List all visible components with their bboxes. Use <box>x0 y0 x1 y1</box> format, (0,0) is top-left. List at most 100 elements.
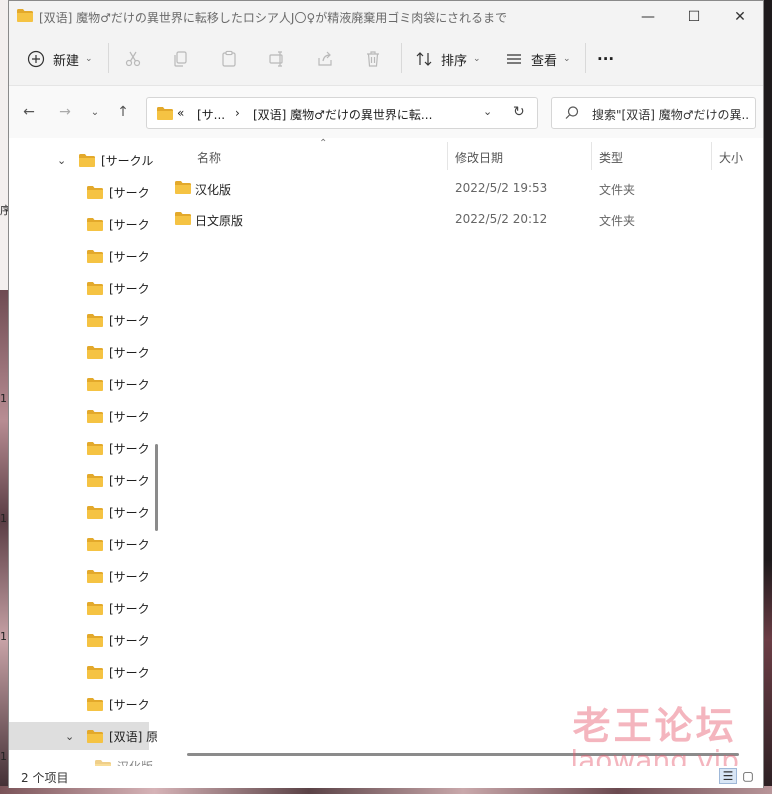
search-box[interactable]: 搜索"[双语] 魔物♂だけの異... <box>551 97 756 129</box>
column-divider[interactable] <box>711 142 712 170</box>
tree-item[interactable]: [サーク <box>87 434 150 462</box>
tree-item[interactable]: [サーク <box>87 210 150 238</box>
tree-item[interactable]: [サーク <box>87 626 150 654</box>
details-view-button[interactable]: ☰ <box>719 768 737 784</box>
column-divider[interactable] <box>447 142 448 170</box>
view-button[interactable]: 查看 ⌄ <box>505 47 571 71</box>
tree-item-child[interactable]: 汉化版 <box>95 752 153 766</box>
up-button[interactable]: ↑ <box>111 100 135 124</box>
tree-item-label: [サーク <box>109 633 150 648</box>
maximize-button[interactable]: ☐ <box>671 1 717 33</box>
chevron-down-icon: ⌄ <box>90 106 100 118</box>
background-text: 1 <box>0 630 7 643</box>
item-count: 2 个项目 <box>21 771 69 785</box>
tree-item[interactable]: [サーク <box>87 178 150 206</box>
back-button[interactable]: ← <box>17 100 41 124</box>
folder-icon <box>87 441 103 455</box>
copy-icon <box>174 51 187 67</box>
tree-item[interactable]: [サーク <box>87 306 150 334</box>
close-button[interactable]: ✕ <box>717 1 763 33</box>
tree-item[interactable]: [サーク <box>87 690 150 718</box>
new-button[interactable]: 新建 ⌄ <box>27 47 93 71</box>
sort-ascending-icon: ⌃ <box>319 138 328 149</box>
tree-item-label: [サーク <box>109 569 150 584</box>
paste-button[interactable] <box>211 47 247 71</box>
refresh-icon[interactable]: ↻ <box>513 104 525 120</box>
column-header-name[interactable]: 名称 <box>197 142 221 172</box>
divider <box>585 43 586 73</box>
sort-arrows-icon <box>416 52 432 66</box>
column-header-modified[interactable]: 修改日期 <box>455 142 503 172</box>
breadcrumb-separator[interactable]: › <box>235 106 240 120</box>
tree-item-label: [サーク <box>109 377 150 392</box>
tree-item-label: [サーク <box>109 537 150 552</box>
tree-item[interactable]: [サーク <box>87 658 150 686</box>
column-header-size[interactable]: 大小 <box>719 142 743 172</box>
forward-button[interactable]: → <box>53 100 77 124</box>
search-input[interactable]: 搜索"[双语] 魔物♂だけの異... <box>592 106 750 123</box>
address-bar[interactable]: « [サ... › [双语] 魔物♂だけの異世界に転... ⌄ ↻ <box>146 97 538 129</box>
tree-item-current[interactable]: [双语] 原 <box>87 722 157 750</box>
tree-item-label: [サーク <box>109 185 150 200</box>
tree-item[interactable]: [サーク <box>87 242 150 270</box>
chevron-down-icon: ⌄ <box>473 54 481 64</box>
rename-icon <box>269 51 283 67</box>
tree-item[interactable]: [サーク <box>87 498 150 526</box>
tree-item-label: [サーク <box>109 505 150 520</box>
column-divider[interactable] <box>591 142 592 170</box>
minimize-button[interactable]: — <box>625 1 671 33</box>
rename-button[interactable] <box>259 47 295 71</box>
tree-item[interactable]: [サーク <box>87 530 150 558</box>
tree-item[interactable]: [サーク <box>87 466 150 494</box>
breadcrumb-overflow[interactable]: « <box>177 106 184 120</box>
file-modified: 2022/5/2 20:12 <box>455 212 548 226</box>
chevron-down-icon[interactable]: ⌄ <box>65 730 74 743</box>
tree-item-label: [サーク <box>109 313 150 328</box>
folder-icon <box>87 377 103 391</box>
tree-item[interactable]: [サーク <box>87 274 150 302</box>
window-title: [双语] 魔物♂だけの異世界に転移したロシア人J〇♀が精液廃棄用ゴミ肉袋にされる… <box>39 11 508 25</box>
details-view-icon: ☰ <box>722 769 734 783</box>
tree-item-parent[interactable]: [サークル <box>79 146 153 174</box>
more-options-button[interactable]: ··· <box>597 47 614 71</box>
view-lines-icon <box>507 54 521 64</box>
chevron-down-icon: ⌄ <box>563 54 571 64</box>
chevron-down-icon: ⌄ <box>85 54 93 64</box>
folder-icon <box>87 697 103 711</box>
file-row[interactable]: 日文原版 2022/5/2 20:12 文件夹 <box>169 204 729 235</box>
tree-item-label: [双语] 原 <box>109 729 157 744</box>
folder-icon <box>87 729 103 743</box>
folder-icon <box>87 249 103 263</box>
column-header-type[interactable]: 类型 <box>599 142 623 172</box>
folder-icon <box>87 665 103 679</box>
file-type: 文件夹 <box>599 214 636 228</box>
recent-locations-button[interactable]: ⌄ <box>83 100 107 124</box>
chevron-down-icon[interactable]: ⌄ <box>57 154 66 167</box>
chevron-down-icon[interactable]: ⌄ <box>483 105 492 118</box>
share-button[interactable] <box>307 47 343 71</box>
copy-button[interactable] <box>163 47 199 71</box>
tiles-view-button[interactable]: ▢ <box>739 768 757 784</box>
title-bar[interactable]: [双语] 魔物♂だけの異世界に転移したロシア人J〇♀が精液廃棄用ゴミ肉袋にされる… <box>9 1 763 33</box>
tree-item[interactable]: [サーク <box>87 402 150 430</box>
status-bar: 2 个项目 ☰ ▢ <box>9 766 763 788</box>
tree-item[interactable]: [サーク <box>87 338 150 366</box>
tree-item[interactable]: [サーク <box>87 594 150 622</box>
file-modified: 2022/5/2 19:53 <box>455 181 548 195</box>
tree-item[interactable]: [サーク <box>87 370 150 398</box>
breadcrumb-segment[interactable]: [双语] 魔物♂だけの異世界に転... <box>253 106 432 123</box>
trash-icon <box>367 51 379 67</box>
delete-button[interactable] <box>355 47 391 71</box>
navigation-pane: ⌄ [サークル [サーク [サーク [サーク [サーク [サーク [サーク [サーク [サーク… <box>9 138 157 766</box>
tree-item[interactable]: [サーク <box>87 562 150 590</box>
search-icon <box>565 106 579 119</box>
sort-button[interactable]: 排序 ⌄ <box>415 47 481 71</box>
background-text: 1 <box>0 512 7 525</box>
breadcrumb-segment[interactable]: [サ... <box>197 106 225 123</box>
folder-icon <box>87 345 103 359</box>
cut-button[interactable] <box>115 47 151 71</box>
file-row[interactable]: 汉化版 2022/5/2 19:53 文件夹 <box>169 173 729 204</box>
explorer-window: [双语] 魔物♂だけの異世界に転移したロシア人J〇♀が精液廃棄用ゴミ肉袋にされる… <box>8 0 764 788</box>
folder-icon <box>87 569 103 583</box>
tree-item-label: [サークル <box>101 153 154 168</box>
